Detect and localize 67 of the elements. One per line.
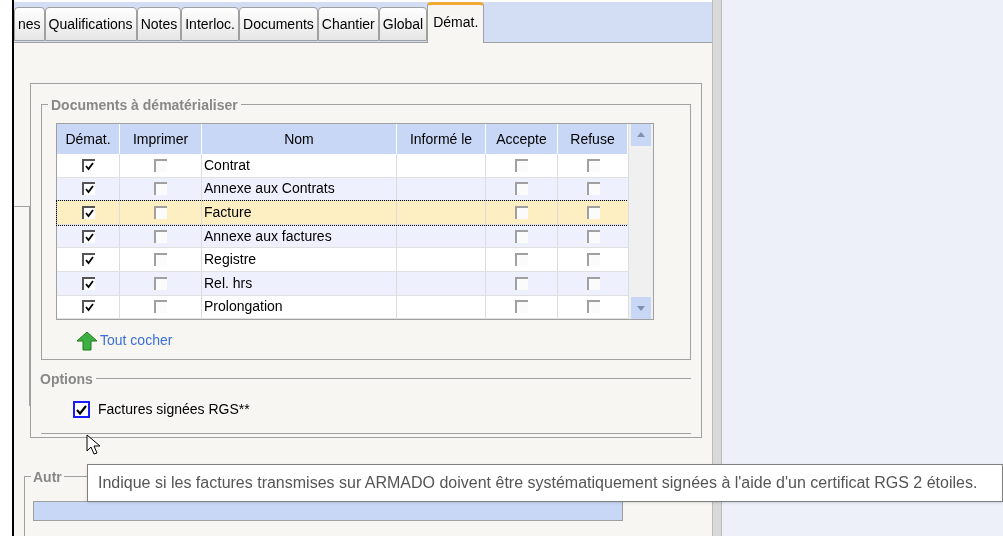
checkbox[interactable]: [81, 253, 95, 267]
checkmark-icon: [84, 256, 94, 266]
tooltip: Indique si les factures transmises sur ARMADO doivent être systématiquement signées à l'aide d'un certificat RGS 2 étoiles.: [87, 464, 1003, 502]
tab[interactable]: Notes: [136, 7, 182, 41]
checkbox[interactable]: [81, 158, 95, 172]
checkbox[interactable]: [154, 182, 167, 196]
checkmark-icon: [84, 185, 94, 195]
scroll-up-icon[interactable]: [631, 124, 651, 146]
scrollbar[interactable]: [628, 124, 653, 320]
table-row[interactable]: Prolongation: [57, 295, 628, 320]
scroll-down-icon[interactable]: [631, 297, 651, 320]
checkbox[interactable]: [586, 253, 600, 267]
checkmark-icon: [84, 303, 94, 313]
checkbox[interactable]: [586, 300, 600, 314]
table-row[interactable]: Annexe aux factures: [57, 224, 628, 249]
checkbox[interactable]: [586, 206, 600, 219]
table-row[interactable]: Registre: [57, 248, 628, 272]
checkbox[interactable]: [515, 206, 528, 219]
check-all-link[interactable]: Tout cocher: [100, 330, 173, 352]
table-row[interactable]: Contrat: [57, 154, 628, 178]
table-cell-text: Annexe aux factures: [204, 226, 332, 246]
mouse-pointer-icon: [86, 434, 102, 456]
checkmark-icon: [84, 161, 94, 171]
table-cell-text: Contrat: [204, 155, 250, 175]
checkbox[interactable]: [586, 182, 600, 196]
tab[interactable]: Global: [378, 7, 428, 41]
table-cell-text: Registre: [204, 250, 257, 270]
checkbox[interactable]: [154, 158, 167, 172]
checkbox[interactable]: [154, 300, 167, 314]
tab[interactable]: Documents: [239, 7, 318, 41]
checkbox[interactable]: [154, 229, 167, 243]
table-cell-text: Annexe aux Contrats: [204, 179, 335, 199]
table-cell-text: Prolongation: [204, 297, 283, 317]
tab[interactable]: Démat.: [427, 2, 485, 43]
checkbox[interactable]: [515, 158, 528, 172]
checkbox[interactable]: [81, 276, 95, 290]
checkbox[interactable]: [73, 401, 90, 418]
tab[interactable]: Interloc.: [181, 7, 239, 41]
checkbox[interactable]: [515, 229, 528, 243]
checkbox[interactable]: [515, 253, 528, 267]
table-row[interactable]: Facture: [57, 201, 628, 225]
checkmark-icon: [84, 279, 94, 289]
checkbox-label: Factures signées RGS**: [98, 400, 250, 419]
table-row[interactable]: Annexe aux Contrats: [57, 177, 628, 202]
checkmark-icon: [76, 404, 87, 415]
checkbox[interactable]: [586, 276, 600, 290]
checkbox[interactable]: [586, 229, 600, 243]
checkbox[interactable]: [81, 206, 95, 219]
checkbox[interactable]: [515, 276, 528, 290]
table-row[interactable]: Rel. hrs: [57, 271, 628, 296]
checkmark-icon: [84, 209, 94, 218]
checkbox[interactable]: [154, 276, 167, 290]
tab[interactable]: Chantier: [317, 7, 379, 41]
table-cell-text: Rel. hrs: [204, 273, 253, 293]
arrow-up-icon: [76, 330, 98, 351]
tab[interactable]: Qualifications: [44, 7, 137, 41]
checkmark-icon: [84, 232, 94, 242]
checkbox[interactable]: [81, 182, 95, 196]
checkbox[interactable]: [154, 253, 167, 267]
checkbox[interactable]: [515, 300, 528, 314]
checkbox[interactable]: [515, 182, 528, 196]
tab[interactable]: nes: [14, 7, 45, 41]
table-cell-text: Facture: [204, 203, 252, 222]
checkbox[interactable]: [154, 206, 167, 219]
checkbox[interactable]: [586, 158, 600, 172]
checkbox[interactable]: [81, 300, 95, 314]
checkbox[interactable]: [81, 229, 95, 243]
